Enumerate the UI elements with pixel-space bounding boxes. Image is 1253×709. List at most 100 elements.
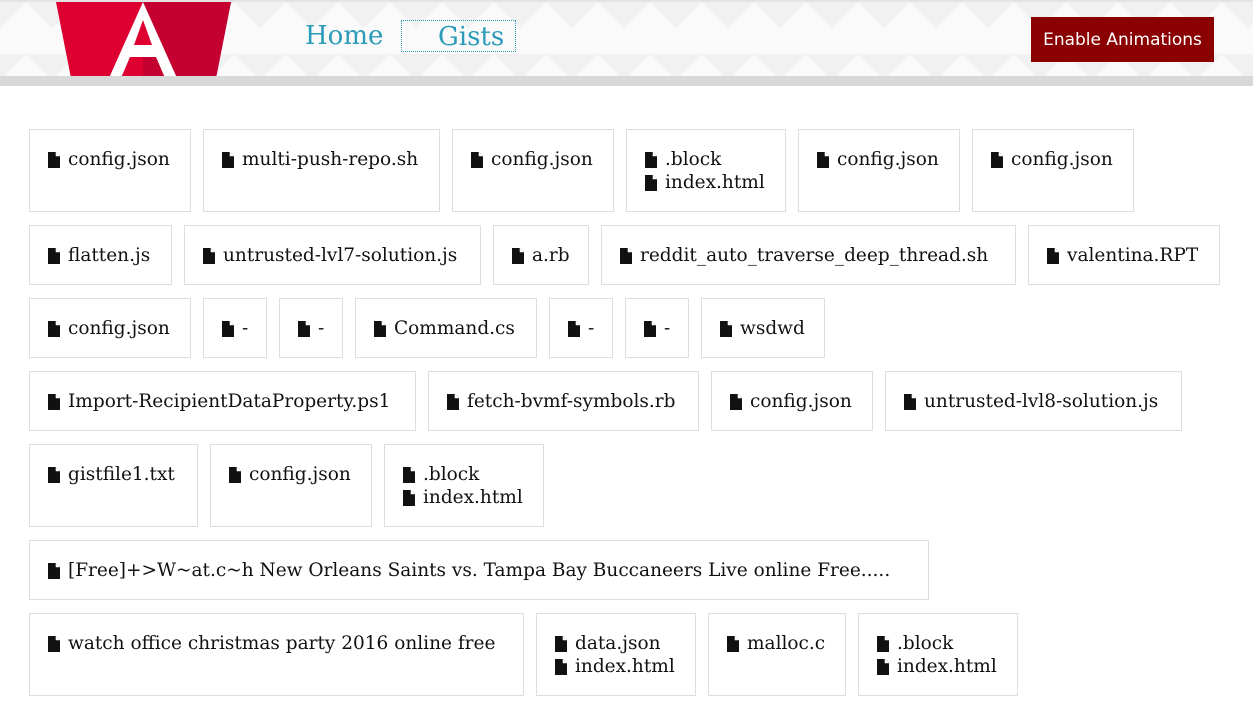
gist-file: config.json [730,390,854,413]
gist-file: - [222,317,248,340]
gist-file: - [298,317,324,340]
gist-row: config.json multi-push-repo.sh config.json… [29,129,1229,212]
header: Home Gists Enable Animations [0,0,1253,78]
gist-card[interactable]: .block index.html [384,444,544,527]
gist-file: a.rb [512,244,570,267]
file-icon [403,489,415,506]
gist-card[interactable]: config.json [29,129,191,212]
gist-file-name: flatten.js [68,245,151,266]
gist-card[interactable]: gistfile1.txt [29,444,198,527]
file-icon [555,635,567,652]
gist-file-name: config.json [750,391,852,412]
file-icon [512,247,524,264]
gist-file: index.html [877,655,999,678]
gist-card[interactable]: config.json [210,444,372,527]
gist-file: Command.cs [374,317,518,340]
gist-file-name: a.rb [532,245,570,266]
gist-card[interactable]: .block index.html [626,129,786,212]
gist-card[interactable]: config.json [711,371,873,431]
gist-file-name: - [318,318,325,339]
gist-file-name: index.html [897,656,997,677]
gist-card[interactable]: valentina.RPT [1028,225,1220,285]
gist-file-name: config.json [68,318,170,339]
gist-file: untrusted-lvl7-solution.js [203,244,462,267]
gist-file-name: config.json [837,149,939,170]
gist-card[interactable]: - [625,298,689,358]
gist-file: gistfile1.txt [48,463,179,486]
gist-file-name: gistfile1.txt [68,464,175,485]
gist-row: gistfile1.txt config.json .block index.html [29,444,1229,527]
gist-file: index.html [555,655,677,678]
gist-card[interactable]: [Free]+>W~at.c~h New Orleans Saints vs. … [29,540,929,600]
file-icon [298,320,310,337]
gist-file-name: index.html [665,172,765,193]
gist-file: index.html [645,171,767,194]
nav-home-link[interactable]: Home [305,20,383,52]
gist-file-name: reddit_auto_traverse_deep_thread.sh [640,245,989,266]
gist-card[interactable]: config.json [29,298,191,358]
angular-logo[interactable] [56,2,231,78]
gist-file: - [568,317,594,340]
enable-animations-button[interactable]: Enable Animations [1031,17,1214,62]
gist-card[interactable]: flatten.js [29,225,172,285]
file-icon [645,174,657,191]
gist-file: watch office christmas party 2016 online… [48,632,505,655]
gist-card[interactable]: - [279,298,343,358]
gist-file: wsdwd [720,317,806,340]
gist-card[interactable]: - [203,298,267,358]
gist-file-name: [Free]+>W~at.c~h New Orleans Saints vs. … [68,560,891,581]
file-icon [48,151,60,168]
gist-card[interactable]: - [549,298,613,358]
gist-card[interactable]: config.json [972,129,1134,212]
header-divider [0,76,1253,86]
gist-card[interactable]: untrusted-lvl8-solution.js [885,371,1182,431]
gist-card[interactable]: a.rb [493,225,589,285]
gist-card[interactable]: config.json [798,129,960,212]
gist-file: fetch-bvmf-symbols.rb [447,390,680,413]
file-icon [568,320,580,337]
gist-file-name: - [588,318,595,339]
file-icon [48,393,60,410]
gist-file-name: index.html [575,656,675,677]
file-icon [645,151,657,168]
gist-card[interactable]: fetch-bvmf-symbols.rb [428,371,699,431]
file-icon [817,151,829,168]
nav-gists-link[interactable]: Gists [401,20,516,52]
gist-card[interactable]: wsdwd [701,298,825,358]
file-icon [48,562,60,579]
gist-file: - [644,317,670,340]
file-icon [904,393,916,410]
gist-card[interactable]: Command.cs [355,298,537,358]
gist-file-name: config.json [249,464,351,485]
gist-card[interactable]: malloc.c [708,613,846,696]
file-icon [727,635,739,652]
file-icon [1047,247,1059,264]
gist-card[interactable]: multi-push-repo.sh [203,129,440,212]
gist-card[interactable]: watch office christmas party 2016 online… [29,613,524,696]
gist-file: config.json [471,148,595,171]
gist-card[interactable]: .block index.html [858,613,1018,696]
gist-file: .block [877,632,999,655]
gist-card[interactable]: untrusted-lvl7-solution.js [184,225,481,285]
gist-list: config.json multi-push-repo.sh config.json… [29,129,1229,709]
gist-card[interactable]: Import-RecipientDataProperty.ps1 [29,371,416,431]
file-icon [229,466,241,483]
gist-file-name: - [242,318,249,339]
file-icon [471,151,483,168]
file-icon [644,320,656,337]
gist-file-name: index.html [423,487,523,508]
gist-card[interactable]: config.json [452,129,614,212]
gist-file: valentina.RPT [1047,244,1201,267]
gist-file-name: Import-RecipientDataProperty.ps1 [68,391,391,412]
gist-file-name: .block [423,464,480,485]
gist-file-name: .block [897,633,954,654]
gist-file: Import-RecipientDataProperty.ps1 [48,390,397,413]
file-icon [48,466,60,483]
gist-card[interactable]: reddit_auto_traverse_deep_thread.sh [601,225,1016,285]
file-icon [374,320,386,337]
gist-card[interactable]: data.json index.html [536,613,696,696]
gist-file: .block [403,463,525,486]
gist-file-name: Command.cs [394,318,515,339]
gist-file-name: config.json [491,149,593,170]
gist-file-name: wsdwd [740,318,805,339]
